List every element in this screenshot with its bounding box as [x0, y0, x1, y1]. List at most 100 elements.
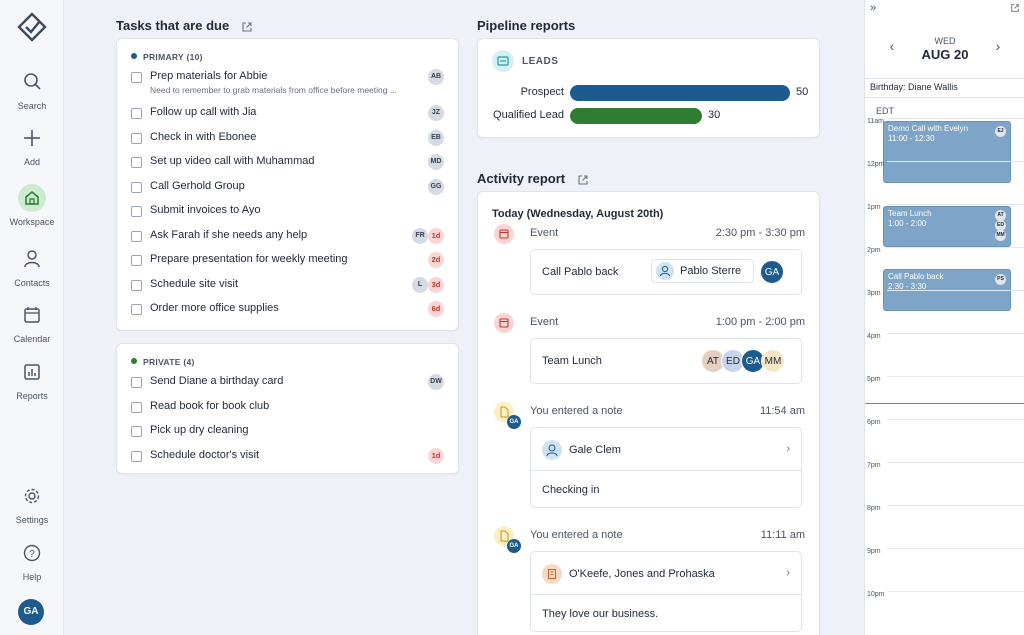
hour-gridline	[887, 462, 1024, 463]
hour-label: 9pm	[867, 548, 881, 555]
event-icon	[494, 224, 514, 244]
task-row[interactable]: Send Diane a birthday card DW	[131, 374, 444, 394]
task-row[interactable]: Submit invoices to Ayo	[131, 203, 444, 223]
task-row[interactable]: Prepare presentation for weekly meeting 2…	[131, 252, 444, 272]
svg-text:?: ?	[29, 549, 35, 560]
calendar-event[interactable]: Team Lunch 1:00 - 2:00 AT ED MM	[883, 206, 1011, 247]
current-time-indicator	[865, 403, 1024, 404]
hour-label: 8pm	[867, 505, 881, 512]
assignee-avatar: EB	[428, 129, 444, 146]
chart-icon	[24, 364, 40, 380]
task-row[interactable]: Call Gerhold Group GG	[131, 178, 444, 199]
task-row[interactable]: Ask Farah if she needs any help FR 1d	[131, 227, 444, 248]
task-title: Submit invoices to Ayo	[150, 204, 261, 216]
nav-workspace[interactable]: Workspace	[0, 184, 64, 227]
calendar-event[interactable]: Demo Call with Evelyn 11:00 - 12:30 EJ	[883, 121, 1011, 183]
task-title: Read book for book club	[150, 399, 270, 412]
hour-gridline	[887, 505, 1024, 506]
task-title: Schedule site visit	[150, 277, 239, 290]
event-attendee: EJ	[995, 126, 1006, 137]
task-row[interactable]: Read book for book club	[131, 399, 444, 419]
activity-event-card[interactable]: Team Lunch AT ED GA MM	[530, 338, 802, 384]
task-checkbox[interactable]	[131, 206, 142, 217]
nav-contacts[interactable]: Contacts	[0, 245, 64, 288]
due-badge: 3d	[428, 276, 444, 293]
chevron-right-icon[interactable]: ›	[786, 567, 790, 579]
task-checkbox[interactable]	[131, 181, 142, 193]
hour-gridline	[887, 591, 1024, 592]
activity-time: 11:11 am	[760, 529, 805, 541]
task-checkbox[interactable]	[131, 230, 142, 242]
task-checkbox[interactable]	[131, 132, 142, 144]
due-badge: 2d	[428, 252, 444, 268]
task-row[interactable]: Prep materials for Abbie Need to remember…	[131, 69, 444, 95]
pipeline-bar[interactable]	[570, 108, 702, 124]
attendee-avatar: MM	[761, 349, 785, 373]
user-avatar[interactable]: GA	[18, 599, 44, 625]
task-row[interactable]: Order more office supplies 6d	[131, 301, 444, 321]
hour-gridline	[887, 290, 1024, 291]
activity-event-card[interactable]: Call Pablo back Pablo Sterre GA	[530, 249, 802, 295]
task-title: Follow up call with Jia	[150, 106, 257, 118]
event-attendee: MM	[995, 230, 1006, 241]
task-row[interactable]: Follow up call with Jia JZ	[131, 105, 444, 125]
task-title: Ask Farah if she needs any help	[150, 228, 308, 241]
nav-reports[interactable]: Reports	[0, 358, 64, 401]
event-title: Demo Call with Evelyn	[888, 124, 969, 133]
task-checkbox[interactable]	[131, 401, 142, 413]
private-label: PRIVATE (4)	[143, 357, 195, 367]
task-checkbox[interactable]	[131, 426, 142, 437]
activity-card: Today (Wednesday, August 20th) Event 2:3…	[477, 191, 820, 635]
activity-note-card[interactable]: O'Keefe, Jones and Prohaska › They love …	[530, 551, 802, 632]
task-row[interactable]: Pick up dry cleaning	[131, 423, 444, 443]
nav-search[interactable]: Search	[0, 68, 64, 111]
private-dot	[131, 358, 137, 364]
task-row[interactable]: Check in with Ebonee EB	[131, 129, 444, 150]
task-checkbox[interactable]	[131, 377, 142, 388]
hour-label: 7pm	[867, 462, 881, 469]
nav-add[interactable]: Add	[0, 124, 64, 167]
assignee-avatar: DW	[428, 374, 444, 390]
nav-calendar[interactable]: Calendar	[0, 301, 64, 344]
nav-help[interactable]: ? Help	[0, 539, 64, 582]
external-link-icon[interactable]	[241, 21, 253, 33]
external-link-icon[interactable]	[577, 174, 589, 186]
task-row[interactable]: Schedule doctor's visit 1d	[131, 447, 444, 468]
hour-gridline	[887, 204, 1024, 205]
task-row[interactable]: Set up video call with Muhammad MD	[131, 154, 444, 174]
pipeline-heading: Pipeline reports	[477, 18, 576, 33]
pipeline-bar[interactable]	[570, 85, 790, 101]
collapse-icon[interactable]: »	[870, 2, 876, 14]
chevron-right-icon[interactable]: ›	[786, 443, 790, 455]
task-checkbox[interactable]	[131, 72, 142, 83]
note-text: Checking in	[542, 484, 600, 496]
leads-label: LEADS	[522, 56, 559, 67]
nav-settings[interactable]: Settings	[0, 482, 64, 525]
event-attendee: PS	[995, 274, 1006, 285]
external-link-icon[interactable]	[1010, 3, 1020, 13]
hour-label: 10pm	[867, 591, 885, 598]
nav-label: Add	[23, 157, 40, 167]
contact-chip[interactable]: Pablo Sterre	[651, 259, 754, 283]
nav-label: Help	[22, 572, 42, 582]
app-logo-icon[interactable]	[17, 12, 47, 42]
assignee-avatar: GG	[428, 178, 444, 195]
hour-label: 5pm	[867, 376, 881, 383]
pipeline-card: LEADS Prospect 50 Qualified Lead 30	[477, 38, 820, 138]
task-checkbox[interactable]	[131, 157, 142, 168]
all-day-event[interactable]: Birthday: Diane Wallis	[865, 78, 1024, 98]
task-checkbox[interactable]	[131, 255, 142, 266]
contact-name: Pablo Sterre	[680, 265, 742, 277]
person-icon	[542, 440, 562, 460]
calendar-date: AUG 20	[921, 47, 969, 62]
activity-note-card[interactable]: Gale Clem › Checking in	[530, 427, 802, 508]
task-checkbox[interactable]	[131, 304, 142, 315]
task-row[interactable]: Schedule site visit L 3d	[131, 276, 444, 297]
nav-label: Contacts	[14, 278, 50, 288]
task-checkbox[interactable]	[131, 279, 142, 291]
activity-type: You entered a note	[530, 529, 623, 541]
event-title: Team Lunch	[542, 355, 602, 367]
activity-title: Activity report	[477, 171, 566, 186]
task-checkbox[interactable]	[131, 108, 142, 119]
task-checkbox[interactable]	[131, 450, 142, 462]
